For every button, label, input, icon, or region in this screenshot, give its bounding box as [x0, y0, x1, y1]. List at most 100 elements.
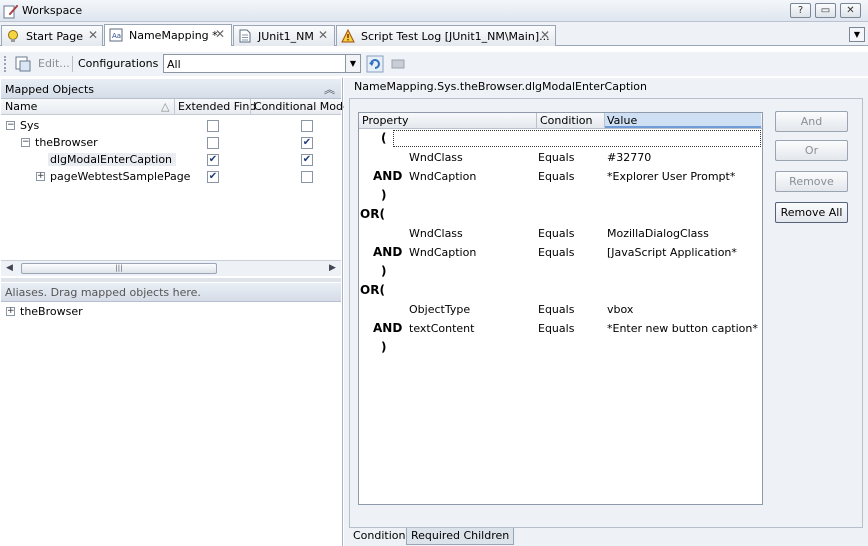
column-header-extended-find[interactable]: Extended Find	[178, 100, 256, 113]
condition-property: ObjectType	[409, 303, 471, 316]
scroll-left-icon[interactable]: ◀	[6, 263, 13, 273]
tab-name-mapping[interactable]: Aa NameMapping * ✕	[104, 24, 232, 46]
extended-find-checkbox[interactable]: ✔	[207, 154, 219, 166]
column-header-property[interactable]: Property	[362, 114, 409, 127]
tree-label[interactable]: Sys	[20, 119, 39, 132]
column-header-condition[interactable]: Condition	[540, 114, 593, 127]
condition-row[interactable]: OR(	[359, 281, 762, 300]
toolbar-grip[interactable]	[4, 56, 7, 72]
restore-button[interactable]: ▭	[815, 3, 836, 18]
chevron-down-icon[interactable]: ▼	[345, 55, 360, 72]
panel-splitter[interactable]	[1, 278, 341, 282]
extended-find-checkbox[interactable]	[207, 137, 219, 149]
details-bottom-tabs: Condition Required Children	[349, 528, 863, 546]
tree-row-dlgmodalentercaption[interactable]: dlgModalEnterCaption ✔ ✔	[1, 151, 341, 168]
collapse-icon[interactable]: −	[21, 138, 30, 147]
condition-operator: Equals	[538, 151, 575, 164]
configurations-label: Configurations	[78, 57, 159, 70]
column-header-name[interactable]: Name	[5, 100, 37, 113]
aliases-hint: Aliases. Drag mapped objects here.	[5, 286, 201, 299]
tab-condition[interactable]: Condition	[349, 528, 410, 545]
conditional-mode-checkbox[interactable]: ✔	[301, 154, 313, 166]
tree-row-pagewebtestsamplepage[interactable]: + pageWebtestSamplePage ✔	[1, 168, 341, 185]
condition-row[interactable]: )	[359, 186, 762, 205]
close-tab-icon[interactable]: ✕	[318, 28, 328, 42]
close-paren: )	[381, 188, 387, 202]
condition-value: MozillaDialogClass	[607, 227, 709, 240]
condition-row[interactable]: AND textContent Equals *Enter new button…	[359, 319, 762, 338]
condition-row[interactable]: ObjectType Equals vbox	[359, 300, 762, 319]
tree-row-sys[interactable]: − Sys	[1, 117, 341, 134]
expand-icon[interactable]: +	[36, 172, 45, 181]
logical-operator: AND	[373, 321, 403, 335]
refresh-icon[interactable]	[366, 55, 384, 73]
name-mapping-icon: Aa	[109, 28, 123, 42]
alias-label[interactable]: theBrowser	[20, 305, 83, 318]
conditional-mode-checkbox[interactable]	[301, 171, 313, 183]
tree-label[interactable]: dlgModalEnterCaption	[48, 153, 176, 166]
condition-row[interactable]: AND WndCaption Equals *Explorer User Pro…	[359, 167, 762, 186]
condition-property: textContent	[409, 322, 475, 335]
remove-all-button[interactable]: Remove All	[775, 202, 848, 223]
column-header-value[interactable]: Value	[607, 114, 637, 127]
object-path: NameMapping.Sys.theBrowser.dlgModalEnter…	[354, 80, 648, 93]
tab-label: JUnit1_NM	[258, 30, 314, 43]
close-tab-icon[interactable]: ✕	[88, 28, 98, 42]
svg-text:Aa: Aa	[112, 32, 121, 40]
scrollbar-thumb[interactable]: |||	[21, 263, 217, 274]
condition-value: *Explorer User Prompt*	[607, 170, 736, 183]
edit-button[interactable]: Edit...	[38, 57, 70, 70]
tab-list-dropdown[interactable]: ▼	[849, 27, 865, 42]
close-tab-icon[interactable]: ✕	[215, 27, 225, 41]
conditional-mode-checkbox[interactable]	[301, 120, 313, 132]
extended-find-checkbox[interactable]	[207, 120, 219, 132]
condition-row[interactable]: )	[359, 262, 762, 281]
extended-find-checkbox[interactable]: ✔	[207, 171, 219, 183]
workspace-pencil-icon	[3, 4, 19, 19]
horizontal-scrollbar[interactable]: ◀ ||| ▶	[1, 260, 341, 276]
condition-operator: Equals	[538, 322, 575, 335]
collapse-icon[interactable]: −	[6, 121, 15, 130]
tab-required-children[interactable]: Required Children	[406, 528, 515, 545]
condition-operator: Equals	[538, 227, 575, 240]
column-header-conditional-mode[interactable]: Conditional Mode	[254, 100, 350, 113]
tab-label: NameMapping *	[129, 29, 218, 42]
configuration-select[interactable]: All ▼	[163, 54, 361, 73]
edit-icon[interactable]	[14, 55, 32, 73]
configuration-value: All	[167, 58, 181, 71]
conditional-mode-checkbox[interactable]: ✔	[301, 137, 313, 149]
tab-script-test-log[interactable]: Script Test Log [JUnit1_NM\Main]... ✕	[336, 25, 556, 46]
tab-start-page[interactable]: Start Page ✕	[1, 25, 103, 46]
logical-operator: AND	[373, 169, 403, 183]
condition-row[interactable]: WndClass Equals MozillaDialogClass	[359, 224, 762, 243]
help-button[interactable]: ?	[790, 3, 811, 18]
condition-value: [JavaScript Application*	[607, 246, 737, 259]
document-tab-strip: Start Page ✕ Aa NameMapping * ✕ JUnit1_N…	[0, 22, 868, 46]
tree-label[interactable]: theBrowser	[35, 136, 98, 149]
conditions-grid[interactable]: Property Condition Value ( WndClass Equa…	[358, 112, 763, 505]
condition-row[interactable]: )	[359, 338, 762, 357]
condition-row[interactable]: WndClass Equals #32770	[359, 148, 762, 167]
and-button[interactable]: And	[775, 111, 848, 132]
condition-row[interactable]: AND WndCaption Equals [JavaScript Applic…	[359, 243, 762, 262]
collapse-chevrons-icon[interactable]: ︽	[324, 81, 335, 97]
tab-label: Start Page	[26, 30, 83, 43]
condition-row[interactable]: (	[359, 129, 762, 148]
alias-row-thebrowser[interactable]: + theBrowser	[1, 303, 341, 320]
tree-label[interactable]: pageWebtestSamplePage	[50, 170, 190, 183]
condition-property: WndClass	[409, 227, 463, 240]
condition-edit-box[interactable]	[393, 130, 761, 147]
logical-operator: AND	[373, 245, 403, 259]
tree-row-thebrowser[interactable]: − theBrowser ✔	[1, 134, 341, 151]
condition-row[interactable]: OR(	[359, 205, 762, 224]
tab-junit1-nm[interactable]: JUnit1_NM ✕	[233, 25, 335, 46]
properties-icon[interactable]	[389, 55, 407, 73]
or-button[interactable]: Or	[775, 140, 848, 161]
close-window-button[interactable]: ✕	[840, 3, 861, 18]
scroll-right-icon[interactable]: ▶	[329, 263, 336, 273]
tab-label: Script Test Log [JUnit1_NM\Main]...	[361, 30, 550, 43]
remove-button[interactable]: Remove	[775, 171, 848, 192]
expand-icon[interactable]: +	[6, 307, 15, 316]
close-tab-icon[interactable]: ✕	[540, 28, 550, 42]
aliases-header: Aliases. Drag mapped objects here.	[1, 283, 341, 302]
